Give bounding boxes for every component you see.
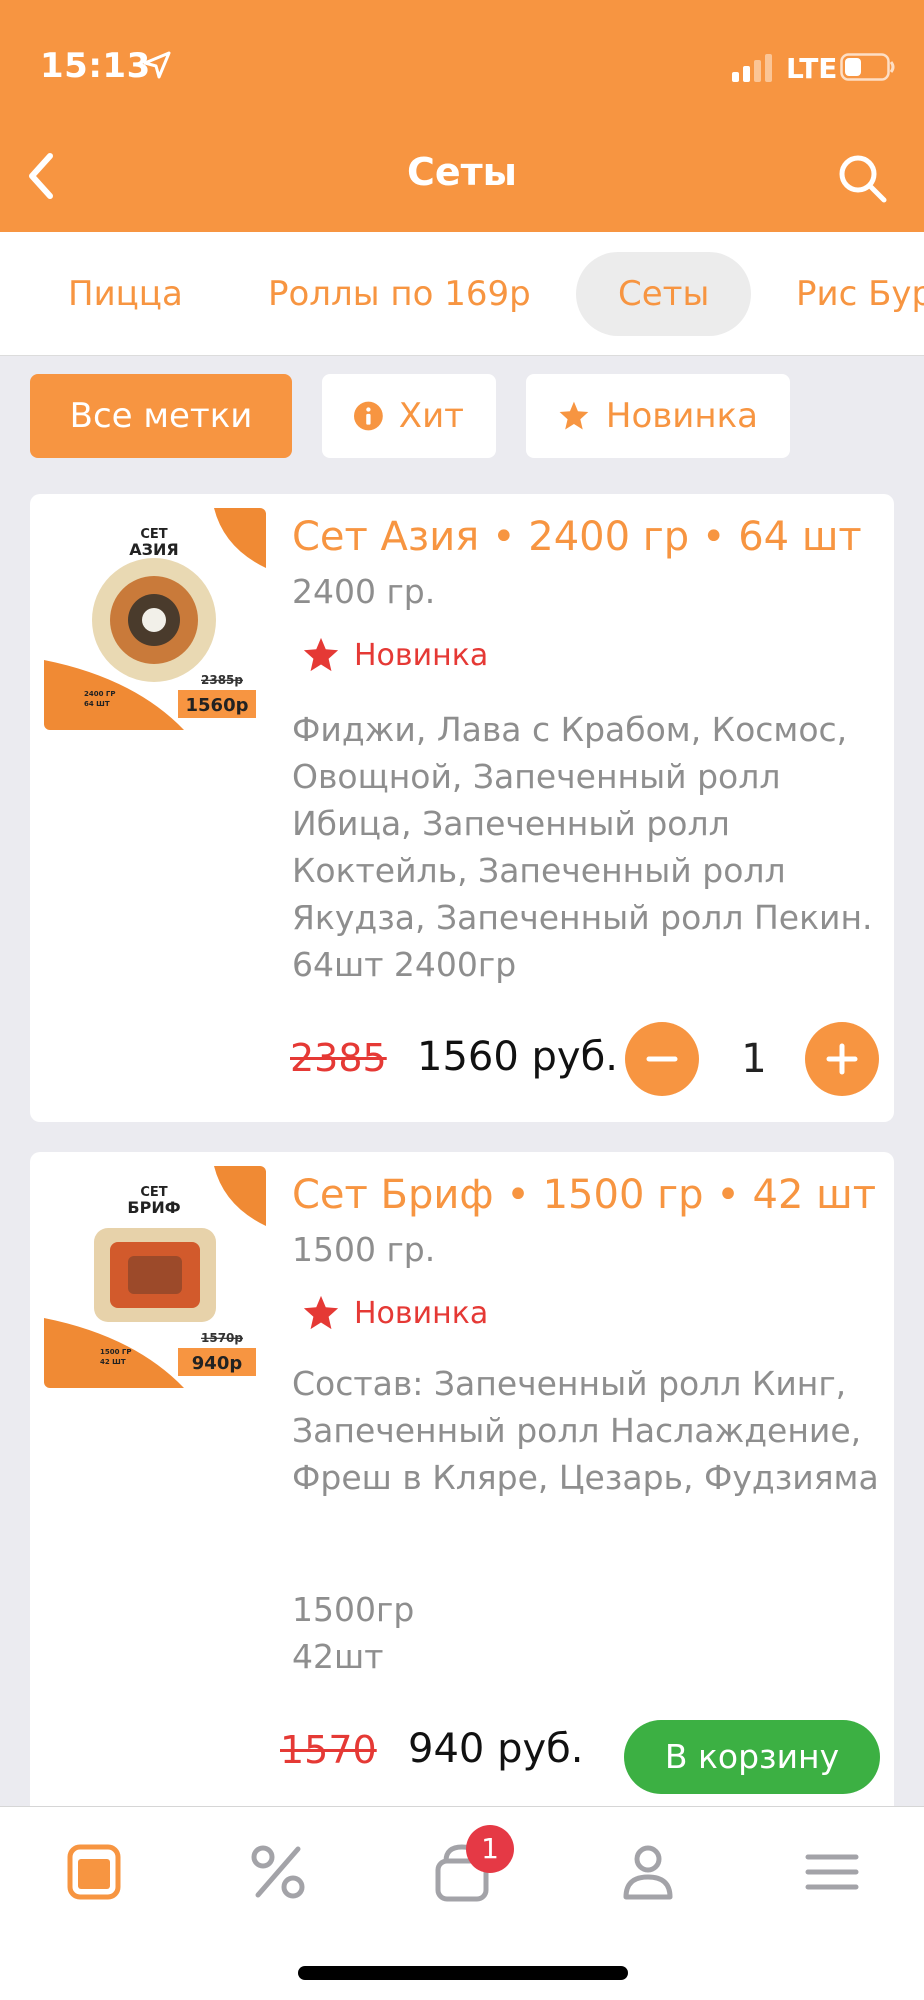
- svg-text:1500 ГР: 1500 ГР: [100, 1348, 132, 1356]
- plus-icon: [826, 1043, 858, 1075]
- product-extra-count: 42шт: [292, 1637, 384, 1676]
- product-card: СЕТ БРИФ 1570р 940р 1500 ГР 42 ШТ Сет Бр…: [30, 1152, 894, 1806]
- current-price: 1560 руб.: [417, 1034, 618, 1080]
- svg-text:БРИФ: БРИФ: [127, 1198, 180, 1217]
- product-image-graphic: СЕТ АЗИЯ 2385р 1560р 2400 ГР 64 ШТ: [44, 508, 266, 730]
- page-title: Сеты: [406, 150, 518, 194]
- product-title[interactable]: Сет Бриф • 1500 гр • 42 шт: [292, 1172, 876, 1218]
- quantity-value: 1: [741, 1036, 767, 1082]
- product-extra-weight: 1500гр: [292, 1590, 415, 1629]
- star-icon: [303, 1295, 339, 1330]
- new-badge: Новинка: [302, 1294, 488, 1332]
- filter-new-label: Новинка: [605, 396, 758, 436]
- catalog-icon[interactable]: [64, 1841, 124, 1903]
- product-image[interactable]: СЕТ АЗИЯ 2385р 1560р 2400 ГР 64 ШТ: [44, 508, 266, 730]
- info-icon: [354, 401, 383, 431]
- filter-hit-label: Хит: [398, 396, 464, 436]
- current-price: 940 руб.: [408, 1726, 584, 1772]
- badge-label: Новинка: [354, 1295, 489, 1331]
- svg-text:2385р: 2385р: [201, 673, 243, 687]
- minus-icon: [646, 1056, 678, 1062]
- filter-all-tags-label: Все метки: [69, 396, 253, 436]
- filter-all-tags[interactable]: Все метки: [30, 374, 292, 458]
- signal-icon: [732, 54, 772, 82]
- new-badge: Новинка: [302, 636, 488, 674]
- svg-text:42 ШТ: 42 ШТ: [100, 1358, 126, 1366]
- svg-text:64 ШТ: 64 ШТ: [84, 700, 110, 708]
- product-title[interactable]: Сет Азия • 2400 гр • 64 шт: [292, 514, 862, 560]
- profile-icon[interactable]: [618, 1841, 678, 1903]
- svg-text:1570р: 1570р: [201, 1331, 243, 1345]
- percent-icon[interactable]: [248, 1841, 308, 1903]
- old-price: 1570: [280, 1728, 377, 1772]
- battery-icon: [840, 53, 895, 81]
- product-description: Фиджи, Лава с Крабом, Космос, Овощной, З…: [292, 710, 873, 984]
- star-icon: [303, 637, 339, 672]
- badge-label: Новинка: [354, 637, 489, 673]
- add-to-cart-button[interactable]: В корзину: [624, 1720, 880, 1794]
- svg-text:1560р: 1560р: [186, 695, 249, 716]
- tab-sets[interactable]: Сеты: [576, 252, 752, 336]
- product-weight: 1500 гр.: [292, 1230, 436, 1269]
- star-icon: [559, 401, 589, 430]
- network-type: LTE: [786, 52, 838, 85]
- home-indicator: [298, 1966, 628, 1980]
- product-image[interactable]: СЕТ БРИФ 1570р 940р 1500 ГР 42 ШТ: [44, 1166, 266, 1388]
- product-weight: 2400 гр.: [292, 572, 436, 611]
- product-description: Состав: Запеченный ролл Кинг, Запеченный…: [292, 1364, 879, 1497]
- menu-icon[interactable]: [802, 1841, 862, 1903]
- product-image-graphic: СЕТ БРИФ 1570р 940р 1500 ГР 42 ШТ: [44, 1166, 266, 1388]
- filter-hit[interactable]: Хит: [322, 374, 496, 458]
- category-tabs: Пицца Роллы по 169р Сеты Рис Бургер: [0, 232, 924, 356]
- location-arrow-icon: [143, 51, 171, 79]
- decrease-quantity-button[interactable]: [625, 1022, 699, 1096]
- tab-rice-burger[interactable]: Рис Бургер: [796, 252, 924, 336]
- cart-count-badge: 1: [466, 1825, 514, 1873]
- app-header: 15:13 LTE Сеты: [0, 0, 924, 232]
- filter-new[interactable]: Новинка: [526, 374, 790, 458]
- svg-text:2400 ГР: 2400 ГР: [84, 690, 116, 698]
- tab-pizza[interactable]: Пицца: [68, 252, 183, 336]
- svg-text:АЗИЯ: АЗИЯ: [129, 540, 178, 559]
- increase-quantity-button[interactable]: [805, 1022, 879, 1096]
- old-price: 2385: [290, 1036, 387, 1080]
- status-time: 15:13: [40, 46, 151, 86]
- status-bar: 15:13 LTE: [0, 0, 924, 120]
- search-icon[interactable]: [836, 152, 888, 204]
- product-card: СЕТ АЗИЯ 2385р 1560р 2400 ГР 64 ШТ Сет А…: [30, 494, 894, 1122]
- svg-text:940р: 940р: [192, 1353, 243, 1374]
- tab-rolls-169[interactable]: Роллы по 169р: [268, 252, 531, 336]
